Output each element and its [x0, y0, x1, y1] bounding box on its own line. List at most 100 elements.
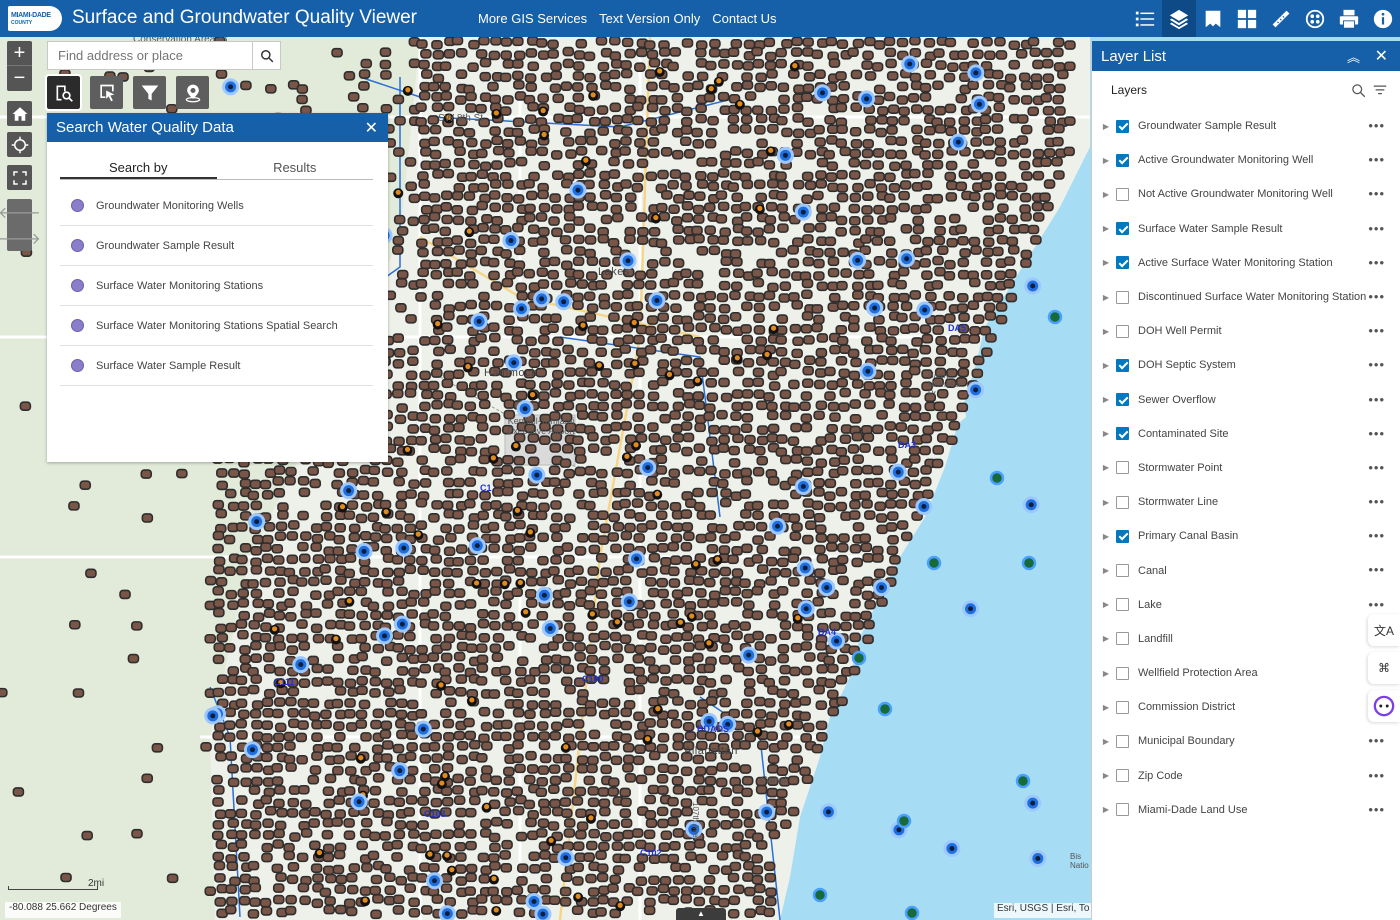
- layer-visibility-checkbox[interactable]: [1116, 187, 1129, 201]
- layer-visibility-checkbox[interactable]: [1116, 290, 1129, 304]
- caret-right-icon[interactable]: ▶: [1092, 771, 1109, 780]
- bookmark-button[interactable]: [1196, 0, 1230, 37]
- layer-visibility-checkbox[interactable]: [1116, 461, 1129, 475]
- layer-row[interactable]: ▶Wellfield Protection Area•••: [1092, 656, 1400, 690]
- caret-right-icon[interactable]: ▶: [1092, 429, 1109, 438]
- layer-row[interactable]: ▶ Stormwater Point •••: [1092, 451, 1400, 485]
- layer-row[interactable]: ▶ Surface Water Sample Result •••: [1092, 212, 1400, 246]
- layer-visibility-checkbox[interactable]: [1116, 769, 1129, 783]
- layer-visibility-checkbox[interactable]: [1116, 324, 1129, 338]
- layer-visibility-checkbox[interactable]: [1116, 803, 1129, 817]
- caret-right-icon[interactable]: ▶: [1092, 463, 1109, 472]
- location-tool[interactable]: [176, 76, 209, 109]
- layer-row[interactable]: ▶ Canal •••: [1092, 553, 1400, 587]
- caret-right-icon[interactable]: ▶: [1092, 566, 1109, 575]
- more-options-icon[interactable]: •••: [1368, 392, 1385, 407]
- caret-right-icon[interactable]: ▶: [1092, 600, 1109, 609]
- more-options-icon[interactable]: •••: [1368, 357, 1385, 372]
- next-extent-button[interactable]: 🡒: [0, 225, 41, 251]
- layer-row[interactable]: ▶ DOH Septic System •••: [1092, 348, 1400, 382]
- layer-row[interactable]: ▶ Lake •••: [1092, 588, 1400, 622]
- layer-row[interactable]: ▶Commission District•••: [1092, 690, 1400, 724]
- legend-button[interactable]: [1128, 0, 1162, 37]
- layer-visibility-checkbox[interactable]: [1116, 495, 1129, 509]
- more-options-icon[interactable]: •••: [1368, 152, 1385, 167]
- collapse-icon[interactable]: ︽: [1347, 47, 1360, 66]
- attribute-table-toggle[interactable]: ▲: [676, 908, 726, 920]
- shortcut-button[interactable]: ⌘: [1368, 652, 1400, 684]
- more-options-icon[interactable]: •••: [1368, 460, 1385, 475]
- search-option-spatial-search[interactable]: Surface Water Monitoring Stations Spatia…: [60, 306, 373, 346]
- layer-row[interactable]: ▶ Discontinued Surface Water Monitoring S…: [1092, 280, 1400, 314]
- close-icon[interactable]: ✕: [365, 118, 378, 138]
- text-version-link[interactable]: Text Version Only: [599, 11, 700, 26]
- caret-right-icon[interactable]: ▶: [1092, 395, 1109, 404]
- basemap-gallery-button[interactable]: [1230, 0, 1264, 37]
- layer-row[interactable]: ▶ Active Groundwater Monitoring Well •••: [1092, 143, 1400, 177]
- more-options-icon[interactable]: •••: [1368, 528, 1385, 543]
- more-options-icon[interactable]: •••: [1368, 118, 1385, 133]
- assistant-button[interactable]: [1368, 690, 1400, 722]
- layer-row[interactable]: ▶ Municipal Boundary •••: [1092, 724, 1400, 758]
- zoom-out-button[interactable]: −: [7, 66, 32, 91]
- search-data-tool[interactable]: [45, 74, 82, 111]
- layer-row[interactable]: ▶ Contaminated Site •••: [1092, 417, 1400, 451]
- caret-right-icon[interactable]: ▶: [1092, 532, 1109, 541]
- search-option-groundwater-sample[interactable]: Groundwater Sample Result: [60, 226, 373, 266]
- layer-list-button[interactable]: [1162, 0, 1196, 37]
- more-options-icon[interactable]: •••: [1368, 186, 1385, 201]
- search-option-surface-sample[interactable]: Surface Water Sample Result: [60, 346, 373, 386]
- search-option-groundwater-wells[interactable]: Groundwater Monitoring Wells: [60, 186, 373, 226]
- more-options-icon[interactable]: •••: [1368, 494, 1385, 509]
- layer-row[interactable]: ▶ Groundwater Sample Result •••: [1092, 109, 1400, 143]
- caret-right-icon[interactable]: ▶: [1092, 669, 1109, 678]
- search-icon[interactable]: [1351, 83, 1366, 98]
- layer-visibility-checkbox[interactable]: [1116, 598, 1129, 612]
- caret-right-icon[interactable]: ▶: [1092, 327, 1109, 336]
- filter-list-icon[interactable]: [1372, 83, 1388, 98]
- select-tool[interactable]: [90, 76, 123, 109]
- layer-row[interactable]: ▶ Miami-Dade Land Use •••: [1092, 793, 1400, 827]
- layer-row[interactable]: ▶ Primary Canal Basin •••: [1092, 519, 1400, 553]
- layer-row[interactable]: ▶ Sewer Overflow •••: [1092, 383, 1400, 417]
- layer-row[interactable]: ▶Landfill•••: [1092, 622, 1400, 656]
- more-options-icon[interactable]: •••: [1368, 289, 1385, 304]
- previous-extent-button[interactable]: 🡐: [0, 199, 41, 225]
- layer-visibility-checkbox[interactable]: [1116, 153, 1129, 167]
- more-options-icon[interactable]: •••: [1368, 733, 1385, 748]
- tab-search-by[interactable]: Search by: [60, 160, 217, 179]
- layer-visibility-checkbox[interactable]: [1116, 222, 1129, 236]
- layer-row[interactable]: ▶ Zip Code •••: [1092, 759, 1400, 793]
- layer-visibility-checkbox[interactable]: [1116, 632, 1129, 646]
- caret-right-icon[interactable]: ▶: [1092, 122, 1109, 131]
- caret-right-icon[interactable]: ▶: [1092, 737, 1109, 746]
- more-options-icon[interactable]: •••: [1368, 426, 1385, 441]
- more-options-icon[interactable]: •••: [1368, 221, 1385, 236]
- layer-visibility-checkbox[interactable]: [1116, 119, 1129, 133]
- zoom-in-button[interactable]: +: [7, 41, 32, 66]
- caret-right-icon[interactable]: ▶: [1092, 703, 1109, 712]
- layer-visibility-checkbox[interactable]: [1116, 393, 1129, 407]
- caret-right-icon[interactable]: ▶: [1092, 293, 1109, 302]
- layer-row[interactable]: ▶ Not Active Groundwater Monitoring Well •…: [1092, 177, 1400, 211]
- fullscreen-button[interactable]: [7, 165, 32, 190]
- address-search-input[interactable]: [48, 42, 252, 69]
- caret-right-icon[interactable]: ▶: [1092, 805, 1109, 814]
- caret-right-icon[interactable]: ▶: [1092, 498, 1109, 507]
- more-options-icon[interactable]: •••: [1368, 802, 1385, 817]
- more-options-icon[interactable]: •••: [1368, 768, 1385, 783]
- search-button[interactable]: [252, 42, 280, 69]
- translate-button[interactable]: 文A: [1368, 614, 1400, 646]
- gallery-button[interactable]: [1298, 0, 1332, 37]
- caret-right-icon[interactable]: ▶: [1092, 224, 1109, 233]
- layer-visibility-checkbox[interactable]: [1116, 734, 1129, 748]
- more-gis-services-link[interactable]: More GIS Services: [478, 11, 587, 26]
- layer-visibility-checkbox[interactable]: [1116, 700, 1129, 714]
- home-button[interactable]: [7, 101, 32, 126]
- caret-right-icon[interactable]: ▶: [1092, 258, 1109, 267]
- more-options-icon[interactable]: •••: [1368, 255, 1385, 270]
- contact-us-link[interactable]: Contact Us: [712, 11, 776, 26]
- locate-button[interactable]: [7, 132, 32, 157]
- layer-row[interactable]: ▶ DOH Well Permit •••: [1092, 314, 1400, 348]
- more-options-icon[interactable]: •••: [1368, 597, 1385, 612]
